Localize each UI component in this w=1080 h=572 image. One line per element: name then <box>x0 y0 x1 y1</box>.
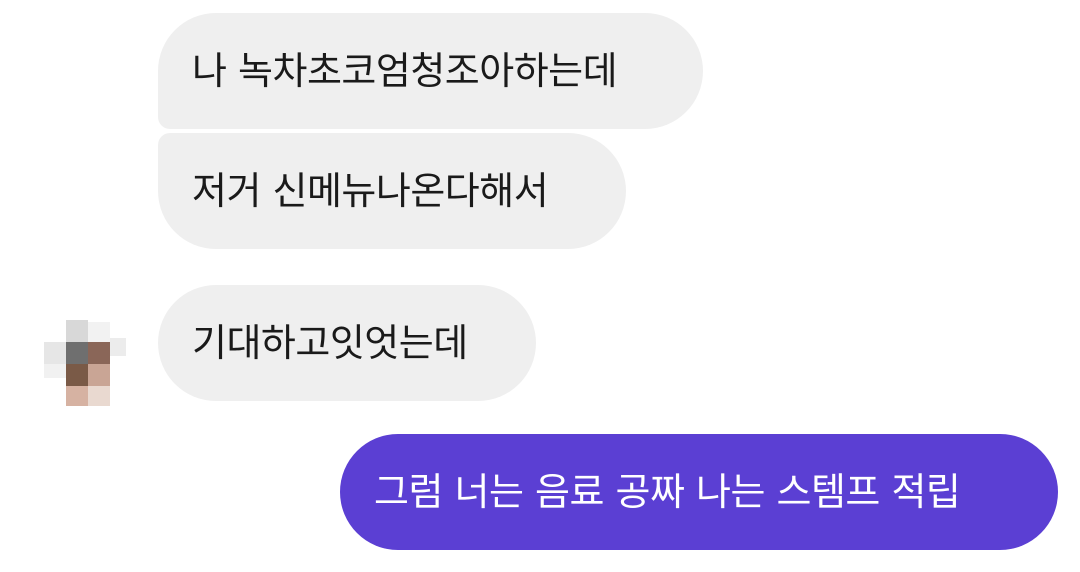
outgoing-message-bubble[interactable]: 그럼 너는 음료 공짜 나는 스템프 적립 <box>340 434 1058 550</box>
pixelated-avatar-image <box>44 320 126 406</box>
incoming-message-bubble[interactable]: 나 녹차초코엄청조아하는데 <box>158 13 703 129</box>
message-text: 저거 신메뉴나온다해서 <box>192 169 549 213</box>
incoming-message-bubble[interactable]: 기대하고잇엇는데 <box>158 285 536 401</box>
message-text: 나 녹차초코엄청조아하는데 <box>192 49 618 93</box>
incoming-message-bubble[interactable]: 저거 신메뉴나온다해서 <box>158 133 626 249</box>
message-text: 그럼 너는 음료 공짜 나는 스템프 적립 <box>374 470 961 514</box>
message-text: 기대하고잇엇는데 <box>192 321 468 365</box>
avatar[interactable] <box>40 320 128 408</box>
